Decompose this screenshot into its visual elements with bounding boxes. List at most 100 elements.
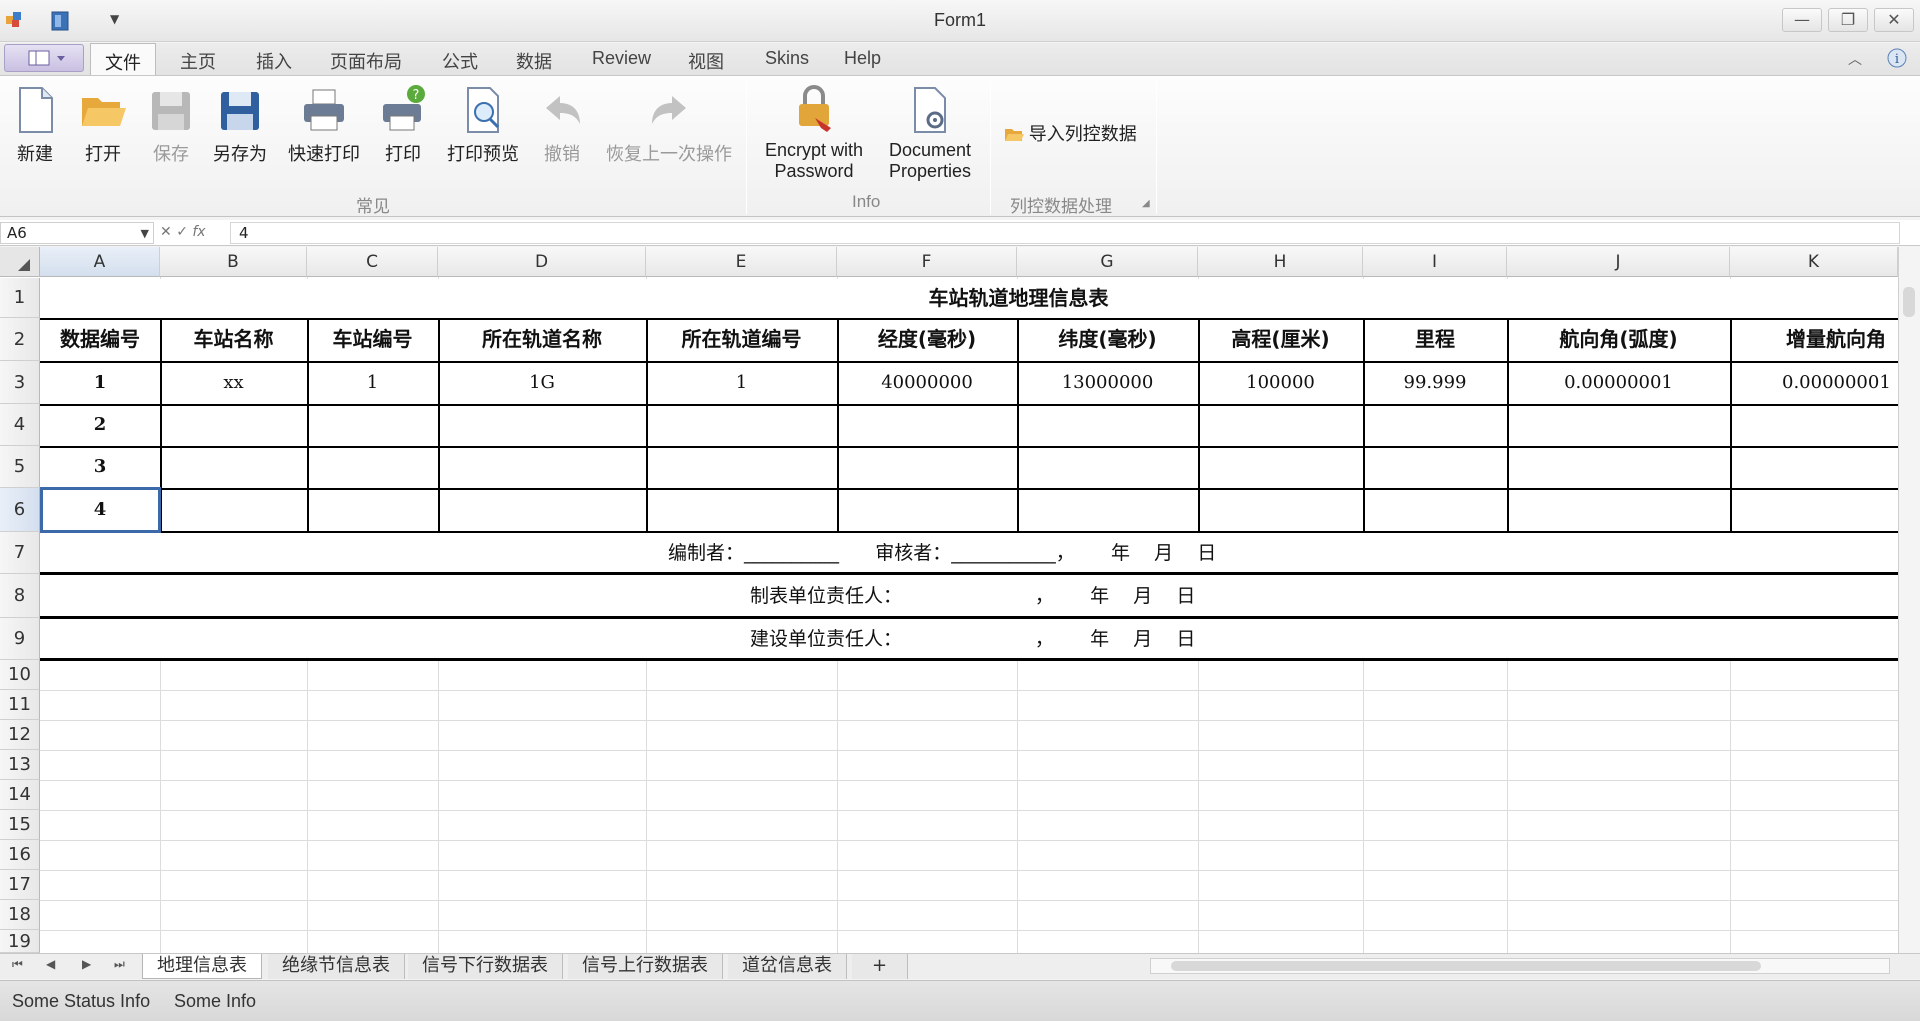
tab-help[interactable]: Help <box>844 48 881 69</box>
column-header[interactable]: F <box>837 247 1017 277</box>
select-all-corner[interactable] <box>0 247 40 277</box>
table-header-cell[interactable]: 纬度(毫秒) <box>1017 318 1198 361</box>
horizontal-scrollbar[interactable] <box>1150 958 1890 974</box>
table-cell[interactable]: 1 <box>646 361 837 404</box>
add-sheet-button[interactable]: + <box>852 954 908 979</box>
tab-review[interactable]: Review <box>592 48 651 69</box>
row-header[interactable]: 1 <box>0 278 40 318</box>
tab-file[interactable]: 文件 <box>90 43 156 76</box>
column-header[interactable]: B <box>160 247 307 277</box>
table-header-cell[interactable]: 数据编号 <box>40 318 160 361</box>
sheet-tab-signal-down[interactable]: 信号下行数据表 <box>408 954 563 979</box>
encrypt-password-button[interactable]: Encrypt with Password <box>760 84 868 182</box>
row-header[interactable]: 2 <box>0 318 40 361</box>
table-cell[interactable]: xx <box>160 361 307 404</box>
table-cell[interactable]: 3 <box>40 446 160 488</box>
row-header[interactable]: 18 <box>0 900 40 930</box>
table-cell[interactable]: 1G <box>438 361 646 404</box>
column-header[interactable]: C <box>307 247 438 277</box>
tab-formulas[interactable]: 公式 <box>442 48 478 74</box>
tab-skins[interactable]: Skins <box>765 48 809 69</box>
document-properties-button[interactable]: Document Properties <box>880 84 980 182</box>
table-header-cell[interactable]: 所在轨道名称 <box>438 318 646 361</box>
column-header[interactable]: D <box>438 247 646 277</box>
info-icon[interactable]: i <box>1886 47 1908 73</box>
chevron-down-icon[interactable]: ▼ <box>141 224 149 244</box>
row-header[interactable]: 8 <box>0 574 40 618</box>
name-box[interactable]: A6 ▼ <box>0 222 154 244</box>
import-column-control-button[interactable]: 导入列控数据 <box>1004 120 1137 146</box>
signature-line[interactable]: 编制者：__________ 审核者：___________， 年 月 日 <box>668 532 1368 574</box>
row-header[interactable]: 17 <box>0 870 40 900</box>
table-cell[interactable]: 13000000 <box>1017 361 1198 404</box>
column-header[interactable]: J <box>1507 247 1730 277</box>
column-header[interactable]: H <box>1198 247 1363 277</box>
restore-button[interactable]: ❐ <box>1828 8 1868 32</box>
row-header[interactable]: 12 <box>0 720 40 750</box>
table-header-cell[interactable]: 增量航向角 <box>1730 318 1920 361</box>
undo-button[interactable]: 撤销 <box>540 84 584 166</box>
table-header-cell[interactable]: 航向角(弧度) <box>1507 318 1730 361</box>
row-header[interactable]: 3 <box>0 361 40 404</box>
redo-button[interactable]: 恢复上一次操作 <box>604 84 734 166</box>
first-sheet-icon[interactable]: ⏮ <box>12 957 23 972</box>
tab-page-layout[interactable]: 页面布局 <box>330 48 402 74</box>
table-cell[interactable]: 99.999 <box>1363 361 1507 404</box>
table-cell[interactable]: 1 <box>40 361 160 404</box>
quick-print-button[interactable]: 快速打印 <box>286 84 362 166</box>
table-header-cell[interactable]: 高程(厘米) <box>1198 318 1363 361</box>
table-header-cell[interactable]: 经度(毫秒) <box>837 318 1017 361</box>
confirm-icon[interactable]: ✓ <box>176 224 188 240</box>
prev-sheet-icon[interactable]: ◀ <box>46 957 55 971</box>
table-cell[interactable]: 0.00000001 <box>1507 361 1730 404</box>
sheet-tab-switch[interactable]: 道岔信息表 <box>728 954 847 979</box>
open-button[interactable]: 打开 <box>78 84 128 166</box>
save-as-button[interactable]: 另存为 <box>210 84 270 166</box>
row-header[interactable]: 9 <box>0 618 40 660</box>
dialog-launcher-icon[interactable]: ◢ <box>1142 198 1150 209</box>
table-cell[interactable]: 2 <box>40 404 160 446</box>
table-cell[interactable]: 1 <box>307 361 438 404</box>
sheet-tab-geo[interactable]: 地理信息表 <box>142 954 262 979</box>
table-cell[interactable]: 0.00000001 <box>1730 361 1920 404</box>
table-header-cell[interactable]: 所在轨道编号 <box>646 318 837 361</box>
active-cell[interactable] <box>40 487 161 533</box>
vertical-scroll-thumb[interactable] <box>1903 287 1915 317</box>
sheet-tab-signal-up[interactable]: 信号上行数据表 <box>568 954 723 979</box>
sheet-tab-insulation[interactable]: 绝缘节信息表 <box>268 954 405 979</box>
last-sheet-icon[interactable]: ⏭ <box>114 957 125 972</box>
new-button[interactable]: 新建 <box>12 84 58 166</box>
row-header[interactable]: 16 <box>0 840 40 870</box>
cancel-icon[interactable]: ✕ <box>160 224 172 240</box>
table-header-cell[interactable]: 里程 <box>1363 318 1507 361</box>
table-header-cell[interactable]: 车站名称 <box>160 318 307 361</box>
app-menu-button[interactable] <box>4 44 84 72</box>
row-header[interactable]: 7 <box>0 532 40 574</box>
row-header[interactable]: 11 <box>0 690 40 720</box>
row-header[interactable]: 5 <box>0 446 40 488</box>
column-header[interactable]: G <box>1017 247 1198 277</box>
row-header[interactable]: 15 <box>0 810 40 840</box>
tab-data[interactable]: 数据 <box>516 48 552 74</box>
table-cell[interactable]: 40000000 <box>837 361 1017 404</box>
print-preview-button[interactable]: 打印预览 <box>446 84 520 166</box>
horizontal-scroll-thumb[interactable] <box>1171 961 1761 971</box>
vertical-scrollbar[interactable] <box>1898 247 1920 953</box>
tab-view[interactable]: 视图 <box>688 48 724 74</box>
formula-input[interactable]: 4 <box>230 222 1900 244</box>
row-header[interactable]: 19 <box>0 930 40 953</box>
row-header[interactable]: 13 <box>0 750 40 780</box>
signature-line[interactable]: 建设单位责任人： ， 年 月 日 <box>750 618 1450 660</box>
save-button[interactable]: 保存 <box>148 84 194 166</box>
minimize-button[interactable]: — <box>1782 8 1822 32</box>
collapse-ribbon-icon[interactable]: ︿ <box>1848 49 1862 69</box>
column-header[interactable]: K <box>1730 247 1898 277</box>
print-button[interactable]: ? 打印 <box>380 84 426 166</box>
column-header[interactable]: I <box>1363 247 1507 277</box>
close-button[interactable]: ✕ <box>1874 8 1914 32</box>
signature-line[interactable]: 制表单位责任人： ， 年 月 日 <box>750 574 1450 618</box>
row-header[interactable]: 14 <box>0 780 40 810</box>
row-header[interactable]: 4 <box>0 404 40 446</box>
sheet-title[interactable]: 车站轨道地理信息表 <box>40 278 1920 318</box>
next-sheet-icon[interactable]: ▶ <box>82 957 91 971</box>
